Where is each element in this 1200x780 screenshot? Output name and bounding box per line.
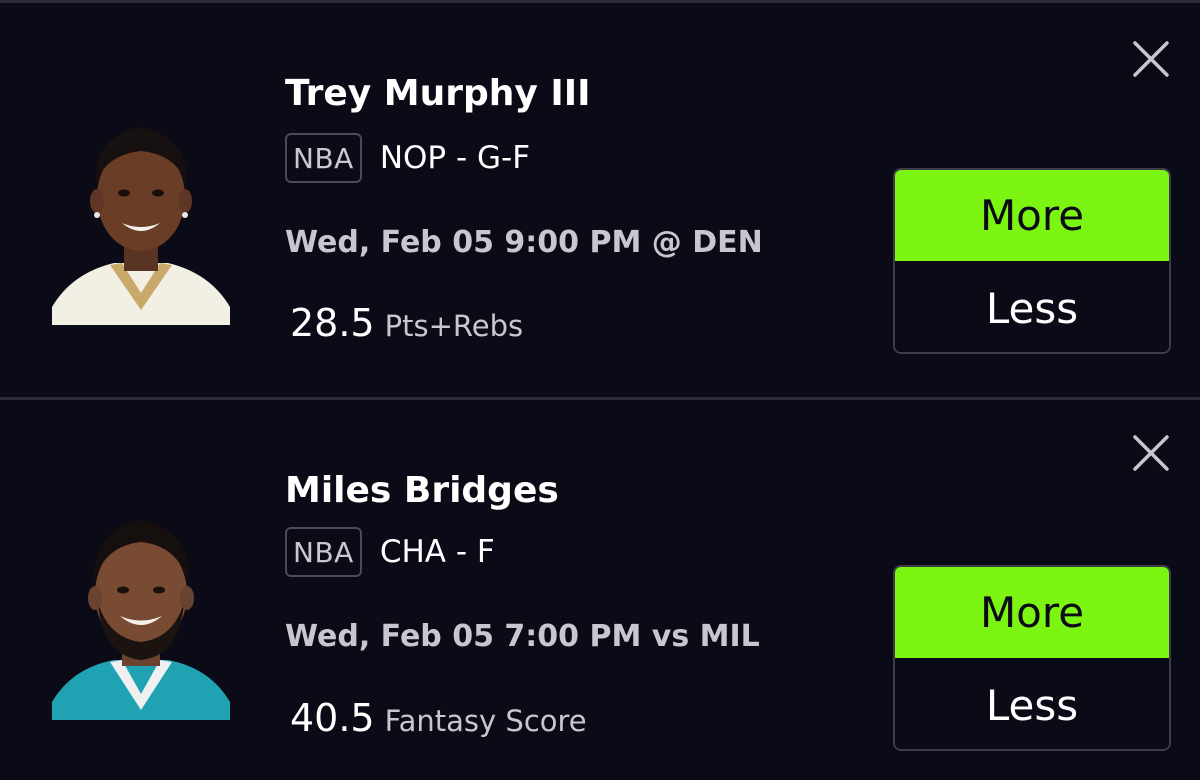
stat-type: Pts+Rebs xyxy=(384,309,524,343)
team-position: NOP - G-F xyxy=(379,140,531,176)
league-badge: NBA xyxy=(285,133,362,183)
projection-line: 40.5 Fantasy Score xyxy=(290,696,587,740)
player-avatar xyxy=(52,115,230,325)
game-time: Wed, Feb 05 7:00 PM vs MIL xyxy=(285,619,760,654)
projection-card-miles-bridges: Miles Bridges NBA CHA - F Wed, Feb 05 7:… xyxy=(0,400,1200,780)
player-meta: NBA CHA - F xyxy=(285,527,495,577)
league-badge: NBA xyxy=(285,527,362,577)
more-less-toggle: More Less xyxy=(893,565,1171,751)
projection-line: 28.5 Pts+Rebs xyxy=(290,301,523,345)
line-value: 40.5 xyxy=(290,696,375,740)
more-less-toggle: More Less xyxy=(893,168,1171,354)
team-position: CHA - F xyxy=(379,534,495,570)
projection-card-trey-murphy: Trey Murphy III NBA NOP - G-F Wed, Feb 0… xyxy=(0,3,1200,398)
stat-type: Fantasy Score xyxy=(384,704,587,738)
player-name: Trey Murphy III xyxy=(285,73,591,114)
line-value: 28.5 xyxy=(290,301,375,345)
game-time: Wed, Feb 05 9:00 PM @ DEN xyxy=(285,225,763,260)
player-meta: NBA NOP - G-F xyxy=(285,133,530,183)
close-icon[interactable] xyxy=(1132,434,1170,472)
less-button[interactable]: Less xyxy=(895,263,1169,352)
player-avatar xyxy=(52,510,230,720)
projection-list: Trey Murphy III NBA NOP - G-F Wed, Feb 0… xyxy=(0,0,1200,780)
close-icon[interactable] xyxy=(1132,40,1170,78)
less-button[interactable]: Less xyxy=(895,660,1169,749)
more-button[interactable]: More xyxy=(895,170,1169,263)
player-name: Miles Bridges xyxy=(285,470,559,511)
more-button[interactable]: More xyxy=(895,567,1169,660)
